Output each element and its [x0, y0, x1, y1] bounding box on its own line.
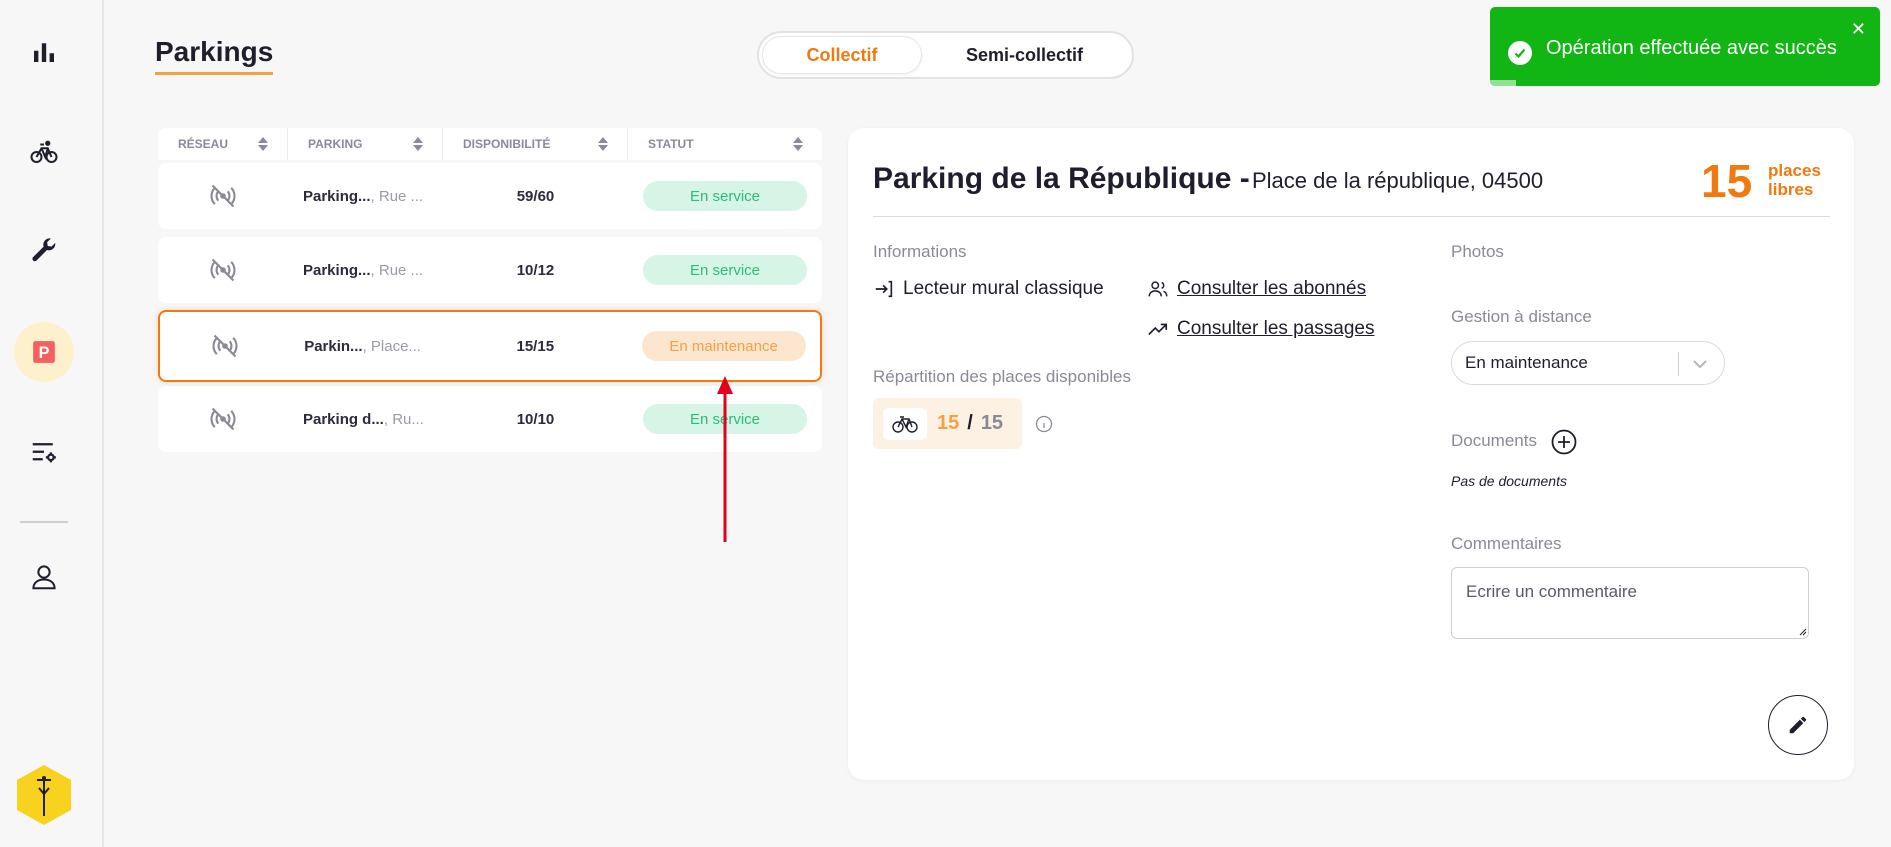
column-header-parking[interactable]: PARKING [288, 128, 443, 160]
table-row-selected[interactable]: Parkin..., Place... 15/15 En maintenance [158, 310, 822, 382]
photos-label: Photos [1451, 242, 1504, 261]
parking-address: , Ru... [383, 410, 424, 428]
comment-input[interactable] [1451, 567, 1809, 639]
no-signal-icon [210, 258, 236, 282]
parking-name: Parkin... [304, 337, 363, 355]
table-header: RÉSEAU PARKING DISPONIBILITÉ STATUT [158, 128, 822, 160]
edit-button[interactable] [1768, 695, 1828, 755]
svg-text:P: P [39, 344, 50, 362]
free-places-count: 15 [1701, 155, 1753, 207]
parking-detail-panel: Parking de la République - Place de la r… [848, 128, 1854, 780]
login-arrow-icon [875, 280, 893, 298]
network-type-toggle: Collectif Semi-collectif [757, 31, 1134, 79]
repartition-label: Répartition des places disponibles [873, 367, 1131, 386]
tab-collectif[interactable]: Collectif [762, 36, 922, 74]
no-signal-icon [212, 334, 238, 358]
remote-status-select[interactable]: En maintenance [1451, 341, 1725, 385]
toast-message: Opération effectuée avec succès [1546, 37, 1837, 59]
sort-icon [413, 137, 423, 151]
status-badge: En maintenance [641, 331, 806, 361]
resize-handle-icon[interactable] [1799, 628, 1807, 636]
availability: 59/60 [516, 187, 555, 205]
list-settings-icon [32, 443, 56, 463]
availability: 10/10 [516, 410, 555, 428]
repartition-chip: 15/15 [873, 398, 1022, 449]
trending-up-icon [1148, 323, 1168, 336]
divider [873, 216, 1830, 217]
no-signal-icon [210, 407, 236, 431]
parking-address: , Place... [362, 337, 421, 355]
annotation-arrow [717, 376, 733, 542]
availability: 10/12 [516, 261, 555, 279]
success-toast: Opération effectuée avec succès ✕ [1490, 7, 1880, 86]
add-document-icon[interactable] [1551, 429, 1577, 455]
chevron-down-icon [1693, 360, 1707, 369]
sort-icon [258, 137, 268, 151]
sidebar-item-bikes[interactable] [22, 130, 66, 174]
table-row[interactable]: Parking..., Rue ... 10/12 En service [158, 237, 822, 303]
column-header-disponibilite[interactable]: DISPONIBILITÉ [443, 128, 628, 160]
users-icon [1148, 281, 1168, 297]
status-badge: En service [643, 255, 807, 285]
free-places-label: places libres [1768, 161, 1821, 199]
pencil-icon [1789, 716, 1807, 734]
bicycle-icon [30, 140, 58, 163]
parking-icon: P [33, 341, 55, 363]
parking-detail-address: Place de la république, 04500 [1252, 168, 1544, 193]
passages-link[interactable]: Consulter les passages [1147, 318, 1375, 340]
sidebar-item-parkings[interactable]: P [14, 322, 74, 382]
repartition-value: 15/15 [937, 412, 1004, 434]
parking-detail-name: Parking de la République - [873, 162, 1250, 195]
sidebar-divider [20, 521, 68, 523]
availability: 15/15 [516, 337, 555, 355]
parking-name: Parking... [303, 187, 371, 205]
sort-icon [598, 137, 608, 151]
app-logo [17, 765, 71, 825]
parking-name: Parking... [303, 261, 371, 279]
bar-chart-icon [34, 43, 54, 62]
page-title: Parkings [155, 36, 274, 75]
subscribers-link[interactable]: Consulter les abonnés [1147, 278, 1366, 300]
status-badge: En service [643, 181, 807, 211]
user-icon [32, 565, 56, 590]
no-documents-text: Pas de documents [1451, 473, 1567, 489]
bicycle-icon [883, 407, 927, 440]
documents-label: Documents [1451, 431, 1537, 450]
comments-label: Commentaires [1451, 534, 1562, 553]
sidebar-item-maintenance[interactable] [22, 229, 66, 273]
column-header-reseau[interactable]: RÉSEAU [158, 128, 288, 160]
table-row[interactable]: Parking..., Rue ... 59/60 En service [158, 163, 822, 229]
parking-address: , Rue ... [370, 187, 424, 205]
info-icon[interactable] [1035, 415, 1053, 433]
toast-progress-bar [1490, 80, 1516, 86]
remote-management-label: Gestion à distance [1451, 307, 1592, 326]
tab-semi-collectif[interactable]: Semi-collectif [922, 36, 1127, 74]
sidebar-item-stats[interactable] [22, 30, 66, 74]
no-signal-icon [210, 184, 236, 208]
informations-label: Informations [873, 242, 967, 261]
sidebar-item-account[interactable] [22, 555, 66, 599]
check-circle-icon [1508, 41, 1532, 65]
sidebar: P [0, 0, 104, 847]
close-icon[interactable]: ✕ [1851, 19, 1866, 40]
parking-name: Parking d... [303, 410, 384, 428]
wrench-icon [32, 238, 56, 262]
sidebar-item-settings[interactable] [22, 431, 66, 475]
reader-info: Lecteur mural classique [873, 278, 1104, 300]
column-header-statut[interactable]: STATUT [628, 128, 822, 160]
sort-icon [793, 137, 803, 151]
parking-address: , Rue ... [370, 261, 424, 279]
